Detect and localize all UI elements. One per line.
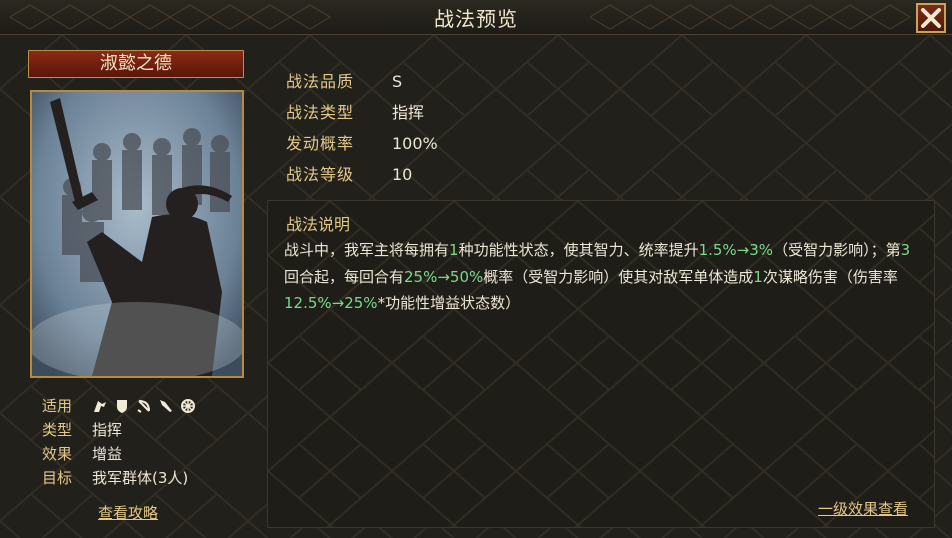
description-segment: *功能性增益状态数） bbox=[377, 294, 521, 312]
description-panel: 战法说明 战斗中，我军主将每拥有1种功能性状态，使其智力、统率提升1.5%→3%… bbox=[267, 200, 935, 528]
description-highlight-value: 25%→50% bbox=[404, 267, 484, 286]
tactic-stats: 适用 类型 指挥 效果 增益 目标 我军群体(3人) bbox=[42, 394, 196, 490]
description-segment: 战斗中，我军主将每拥有 bbox=[284, 241, 450, 259]
description-segment: 概率（受智力影响）使其对敌军单体造成 bbox=[483, 267, 754, 286]
type-label: 类型 bbox=[42, 421, 73, 439]
description-highlight-value: 1.5%→3% bbox=[698, 241, 774, 259]
effect-label: 效果 bbox=[42, 445, 73, 463]
description-text: 战斗中，我军主将每拥有1种功能性状态，使其智力、统率提升1.5%→3%（受智力影… bbox=[284, 237, 924, 317]
description-segment: 回合起，每回合有 bbox=[284, 267, 405, 286]
level-one-effect-link[interactable]: 一级效果查看 bbox=[818, 498, 908, 519]
title-bar: 战法预览 bbox=[0, 0, 952, 35]
quality-label: 战法品质 bbox=[286, 72, 355, 91]
tactic-name: 淑懿之德 bbox=[100, 53, 172, 74]
level-label: 战法等级 bbox=[286, 165, 355, 184]
description-highlight-value: 12.5%→25% bbox=[284, 294, 378, 312]
unit-type-icons bbox=[92, 394, 196, 418]
trigger-rate-label: 发动概率 bbox=[286, 134, 355, 153]
archer-icon bbox=[137, 400, 150, 413]
description-highlight-value: 3 bbox=[900, 241, 911, 259]
trigger-rate-value: 100% bbox=[392, 134, 438, 153]
window-title: 战法预览 bbox=[434, 7, 518, 31]
type-value: 指挥 bbox=[92, 421, 123, 439]
tactic-name-plate: 淑懿之德 bbox=[28, 50, 244, 78]
level-value: 10 bbox=[392, 165, 413, 184]
description-segment: （受智力影响）；第 bbox=[773, 241, 901, 259]
description-heading: 战法说明 bbox=[286, 215, 351, 234]
target-value: 我军群体(3人) bbox=[92, 469, 189, 487]
cavalry-icon bbox=[94, 401, 106, 412]
spear-icon bbox=[160, 400, 172, 412]
tactic-info: 战法品质 S 战法类型 指挥 发动概率 100% 战法等级 10 bbox=[286, 66, 438, 190]
siege-icon bbox=[181, 399, 195, 413]
effect-value: 增益 bbox=[92, 445, 123, 463]
applies-label: 适用 bbox=[42, 397, 73, 415]
close-button[interactable] bbox=[916, 3, 946, 33]
category-value: 指挥 bbox=[392, 103, 425, 122]
view-guide-link[interactable]: 查看攻略 bbox=[98, 502, 158, 523]
category-label: 战法类型 bbox=[286, 103, 355, 122]
description-segment: 次谋略伤害（伤害率 bbox=[762, 267, 898, 286]
warrior-silhouette-art bbox=[32, 92, 242, 376]
target-label: 目标 bbox=[42, 469, 73, 487]
shield-icon bbox=[117, 400, 127, 413]
tactic-card-art bbox=[30, 90, 244, 378]
description-highlight-value: 1 bbox=[753, 267, 763, 286]
quality-value: S bbox=[392, 72, 403, 91]
close-icon bbox=[921, 8, 941, 28]
description-highlight-value: 1 bbox=[449, 241, 459, 259]
description-segment: 种功能性状态，使其智力、统率提升 bbox=[458, 241, 699, 259]
